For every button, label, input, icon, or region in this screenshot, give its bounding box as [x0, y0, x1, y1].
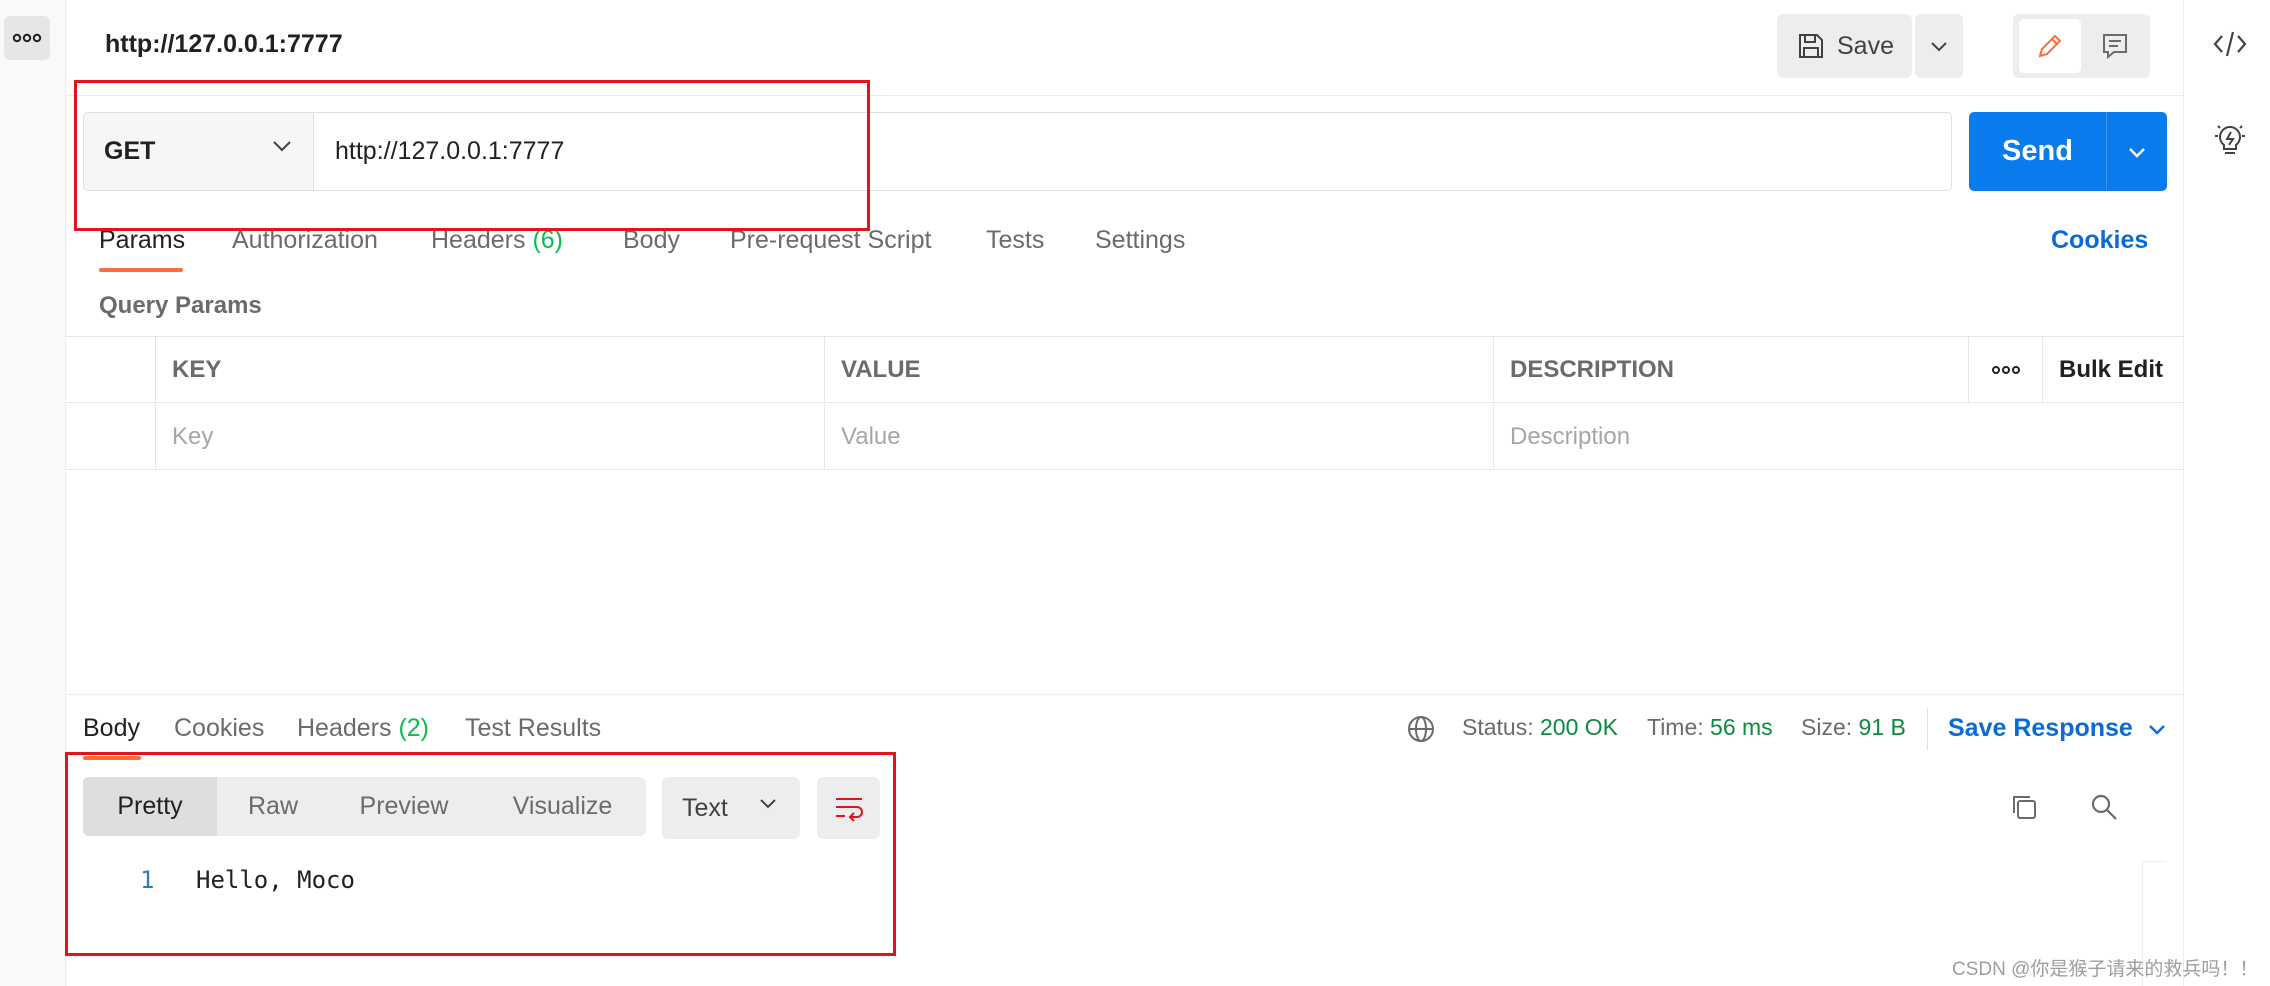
bulk-edit-button[interactable]: Bulk Edit: [2043, 337, 2183, 403]
value-column-header: VALUE: [825, 337, 1494, 403]
tab-tests[interactable]: Tests: [986, 226, 1044, 255]
comments-button[interactable]: [2085, 19, 2145, 73]
search-icon: [2091, 794, 2117, 820]
code-icon: [2213, 31, 2247, 57]
active-tab-indicator: [99, 268, 183, 272]
copy-button[interactable]: [2006, 789, 2042, 825]
right-rail: [2183, 0, 2270, 986]
key-column-header: KEY: [156, 337, 825, 403]
chevron-down-icon: [760, 799, 776, 809]
send-label: Send: [2002, 135, 2073, 167]
description-column-header: DESCRIPTION: [1494, 337, 1969, 403]
wrap-lines-button[interactable]: [817, 777, 880, 839]
view-raw-button[interactable]: Raw: [217, 777, 329, 836]
table-row: Key Value Description: [66, 404, 2183, 470]
response-format-select[interactable]: Text: [662, 777, 800, 839]
response-headers-label: Headers: [297, 714, 392, 742]
save-response-label: Save Response: [1948, 714, 2133, 742]
chevron-down-icon: [2148, 724, 2165, 735]
time-value: 56 ms: [1710, 714, 1773, 740]
response-divider[interactable]: [66, 694, 2183, 695]
globe-icon: [1408, 716, 1434, 742]
code-snippet-button[interactable]: [2212, 26, 2248, 62]
tab-headers-label: Headers: [431, 226, 526, 254]
edit-mode-button[interactable]: [2019, 19, 2081, 73]
url-input[interactable]: http://127.0.0.1:7777: [314, 112, 1952, 191]
send-button[interactable]: Send: [1969, 112, 2106, 191]
time-readout[interactable]: Time: 56 ms: [1647, 714, 1773, 741]
save-options-button[interactable]: [1915, 14, 1963, 78]
status-value: 200 OK: [1540, 714, 1618, 740]
response-headers-count: (2): [398, 714, 430, 742]
pencil-icon: [2038, 34, 2062, 58]
request-workspace: http://127.0.0.1:7777 Save GET http://12…: [65, 0, 2183, 986]
code-line: Hello, Moco: [196, 866, 355, 894]
active-response-tab-indicator: [83, 756, 141, 760]
method-value: GET: [104, 137, 156, 165]
key-input[interactable]: Key: [156, 404, 825, 470]
comment-icon: [2103, 34, 2127, 60]
chevron-down-icon: [273, 141, 291, 152]
response-tab-body[interactable]: Body: [83, 714, 140, 743]
meta-divider: [1927, 708, 1928, 750]
url-value: http://127.0.0.1:7777: [335, 137, 565, 165]
tab-headers[interactable]: Headers (6): [431, 226, 563, 255]
save-disk-icon: [1799, 34, 1823, 58]
save-button[interactable]: Save: [1777, 14, 1912, 78]
response-tab-headers[interactable]: Headers (2): [297, 714, 429, 743]
response-view-mode-group: Pretty Raw Preview Visualize: [83, 777, 646, 836]
bulb-icon: [2215, 125, 2245, 154]
cookies-link[interactable]: Cookies: [2051, 226, 2148, 255]
query-params-table: KEY VALUE DESCRIPTION Bulk Edit Key Valu…: [66, 336, 2183, 470]
watermark-text: CSDN @你是猴子请来的救兵吗！！: [1952, 959, 2259, 980]
chevron-down-icon: [2129, 147, 2145, 158]
status-readout[interactable]: Status: 200 OK: [1462, 714, 1618, 741]
size-readout[interactable]: Size: 91 B: [1801, 714, 1906, 741]
tab-params[interactable]: Params: [99, 226, 185, 255]
save-label: Save: [1837, 31, 1894, 60]
more-options-button[interactable]: [4, 16, 50, 60]
send-options-button[interactable]: [2106, 112, 2167, 191]
save-response-button[interactable]: Save Response: [1948, 714, 2167, 743]
request-title[interactable]: http://127.0.0.1:7777: [105, 30, 343, 59]
more-dots-icon: [1991, 366, 2020, 374]
copy-icon: [2013, 796, 2036, 819]
line-number: 1: [140, 866, 155, 894]
response-tab-cookies[interactable]: Cookies: [174, 714, 264, 743]
table-header-row: KEY VALUE DESCRIPTION Bulk Edit: [66, 337, 2183, 403]
method-select[interactable]: GET: [83, 112, 314, 191]
tab-headers-count: (6): [532, 226, 564, 254]
chevron-down-icon: [1931, 42, 1947, 52]
column-options-button[interactable]: [1969, 337, 2043, 403]
tab-settings[interactable]: Settings: [1095, 226, 1185, 255]
response-tab-test-results[interactable]: Test Results: [465, 714, 601, 743]
left-rail: [0, 0, 66, 986]
row-checkbox-cell: [66, 404, 156, 470]
view-visualize-button[interactable]: Visualize: [479, 777, 646, 836]
size-label: Size:: [1801, 714, 1853, 740]
size-value: 91 B: [1858, 714, 1906, 740]
search-button[interactable]: [2086, 789, 2122, 825]
time-label: Time:: [1647, 714, 1704, 740]
view-mode-toggle: [2013, 14, 2150, 78]
response-format-value: Text: [682, 793, 728, 822]
tab-authorization[interactable]: Authorization: [232, 226, 378, 255]
more-dots-icon: [12, 33, 42, 43]
tab-prerequest-script[interactable]: Pre-request Script: [730, 226, 931, 255]
wrap-lines-icon: [835, 798, 863, 822]
checkbox-column-header: [66, 337, 156, 403]
insights-button[interactable]: [2212, 122, 2248, 158]
network-info-button[interactable]: [1406, 714, 1436, 749]
query-params-title: Query Params: [99, 292, 262, 319]
description-input[interactable]: Description: [1494, 404, 2183, 470]
response-body-editor[interactable]: 1 Hello, Moco: [66, 856, 2183, 986]
view-preview-button[interactable]: Preview: [329, 777, 479, 836]
status-label: Status:: [1462, 714, 1534, 740]
value-input[interactable]: Value: [825, 404, 1494, 470]
tab-body[interactable]: Body: [623, 226, 680, 255]
view-pretty-button[interactable]: Pretty: [83, 777, 217, 836]
header-divider: [66, 95, 2183, 96]
